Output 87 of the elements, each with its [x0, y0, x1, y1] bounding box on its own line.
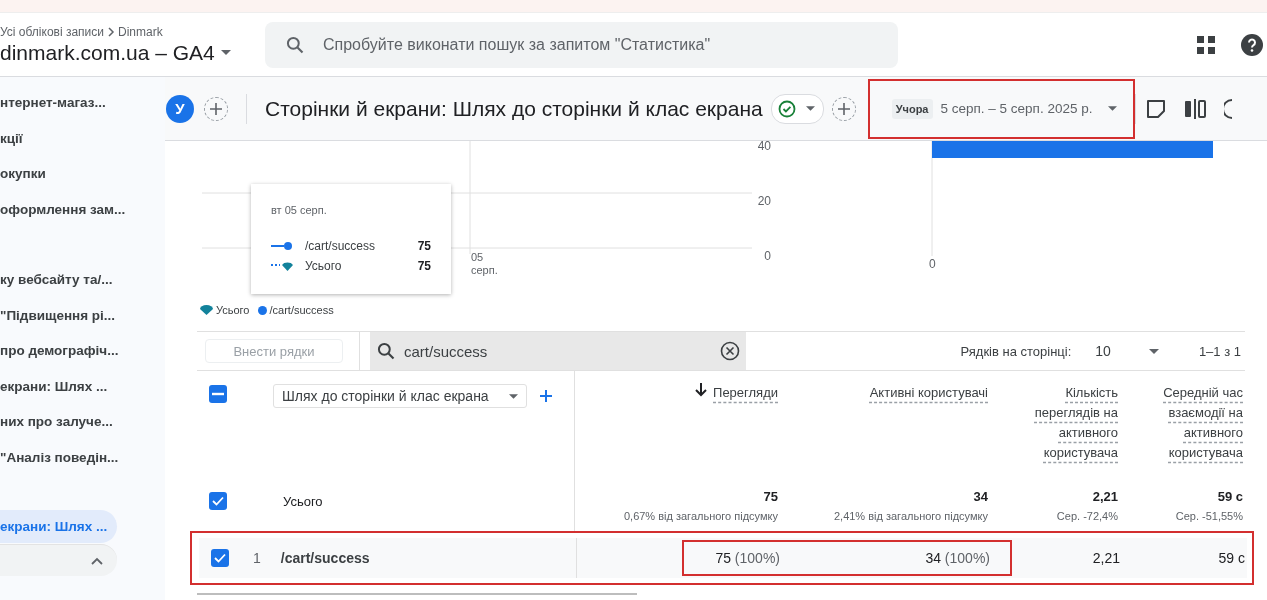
search-input[interactable]: Спробуйте виконати пошук за запитом "Статистика" — [321, 34, 878, 55]
pagination-label: 1–1 з 1 — [1198, 343, 1241, 359]
nav-item[interactable]: екрани: Шлях ... — [0, 368, 108, 404]
total-value: 2,21 — [1092, 488, 1118, 504]
nav-item[interactable]: кції — [0, 120, 23, 156]
nav-item[interactable]: "Аналіз поведін... — [0, 439, 119, 475]
tooltip-date: вт 05 серп. — [271, 204, 328, 216]
status-button[interactable] — [770, 93, 824, 124]
series-name: Усього — [305, 259, 343, 273]
check-circle-icon — [777, 99, 796, 118]
table-cell: 2,21 — [1092, 550, 1120, 566]
table-cell: 34 (100%) — [925, 550, 990, 566]
add-dimension-icon[interactable] — [538, 389, 553, 403]
table-cell: 75 (100%) — [715, 550, 780, 566]
axis-tick-label: 20 — [757, 194, 771, 208]
help-icon[interactable] — [1241, 33, 1263, 56]
legend-dot-icon — [257, 305, 267, 315]
column-header[interactable]: Кількість переглядів на активного користувача — [1014, 371, 1118, 463]
dimension-dropdown[interactable]: Шлях до сторінки й клас екрана — [273, 384, 527, 408]
apps-grid-icon[interactable] — [1197, 35, 1215, 54]
nav-item[interactable]: окупки — [0, 156, 46, 192]
nav-item[interactable]: оформлення зам... — [0, 191, 126, 227]
caret-icon — [508, 393, 518, 399]
breadcrumb-link[interactable]: Усі облікові записи — [0, 24, 104, 39]
series-total-icon — [271, 260, 293, 272]
property-name[interactable]: dinmark.com.ua – GA4 — [0, 40, 215, 65]
legend-label: /cart/success — [269, 304, 334, 316]
axis-label: 05 серп. — [471, 251, 499, 277]
totals-label: Усього — [283, 493, 323, 509]
nav-item[interactable]: них про залуче... — [0, 404, 113, 440]
nav-item[interactable]: екрани: Шлях ... — [0, 510, 117, 543]
caret-icon[interactable] — [220, 49, 231, 56]
caret-icon — [1108, 106, 1118, 111]
select-all-checkbox[interactable] — [209, 385, 227, 403]
legend-marker-icon — [200, 305, 213, 315]
table-cell: /cart/success — [280, 550, 370, 566]
breadcrumb-link[interactable]: Dinmark — [118, 24, 163, 39]
column-header[interactable]: Перегляди — [575, 371, 778, 403]
plus-icon — [836, 101, 851, 116]
total-note: 2,41% від загального підсумку — [833, 509, 988, 522]
table-cell: 59 с — [1218, 550, 1245, 566]
search-input[interactable]: cart/success — [402, 341, 714, 361]
column-header[interactable]: Активні користувачі — [780, 371, 988, 403]
series-value: 75 — [417, 239, 431, 253]
total-note: Сер. -72,4% — [1056, 509, 1118, 522]
minus-icon — [212, 392, 224, 396]
checkbox[interactable] — [211, 549, 229, 567]
series-line-icon — [271, 241, 293, 251]
total-value: 59 с — [1217, 488, 1243, 504]
total-value: 34 — [973, 488, 988, 504]
total-note: Сер. -51,55% — [1175, 509, 1243, 522]
date-chip: Учора — [891, 98, 933, 119]
check-icon — [214, 553, 226, 563]
axis-tick-label: 0 — [764, 249, 771, 263]
total-value: 75 — [763, 488, 778, 504]
check-icon — [212, 496, 224, 506]
nav-item[interactable]: нтернет-магаз... — [0, 85, 106, 121]
caret-icon — [805, 106, 815, 111]
column-header[interactable]: Середній час взаємодії на активного користувача — [1144, 371, 1243, 463]
legend-label: Усього — [216, 304, 250, 316]
total-note: 0,67% від загального підсумку — [623, 509, 778, 522]
clear-icon[interactable] — [720, 341, 740, 361]
axis-tick-label: 40 — [757, 141, 771, 153]
search-field[interactable]: cart/success — [370, 332, 746, 370]
axis-tick-label: 0 — [929, 257, 936, 271]
caret-icon — [1148, 348, 1159, 354]
chevron-icon — [107, 26, 115, 37]
search-icon — [376, 341, 396, 361]
search-icon — [285, 34, 305, 55]
nav-item[interactable]: про демографіч... — [0, 333, 119, 369]
date-range-picker[interactable]: Учора 5 серп. – 5 серп. 2025 р. — [867, 78, 1136, 139]
compare-icon[interactable] — [1184, 98, 1207, 119]
note-icon[interactable] — [1146, 98, 1167, 119]
date-range: 5 серп. – 5 серп. 2025 р. — [940, 101, 1093, 116]
checkbox[interactable] — [209, 492, 227, 510]
row-number: 1 — [253, 550, 261, 566]
sort-arrow-icon[interactable] — [695, 383, 708, 397]
rows-per-page-select[interactable]: 10 — [1095, 343, 1159, 359]
rows-per-page-label: Рядків на сторінці: — [960, 343, 1072, 359]
nav-item[interactable]: ку вебсайту та/... — [0, 262, 113, 298]
series-name: /cart/success — [305, 239, 377, 253]
avatar[interactable]: У — [166, 94, 194, 123]
report-title: Сторінки й екрани: Шлях до сторінки й клас екрана — [265, 96, 763, 121]
nav-item[interactable]: "Підвищення рі... — [0, 297, 116, 333]
series-value: 75 — [417, 259, 431, 273]
search-field[interactable]: Спробуйте виконати пошук за запитом "Статистика" — [265, 21, 898, 68]
plus-icon — [209, 101, 223, 116]
